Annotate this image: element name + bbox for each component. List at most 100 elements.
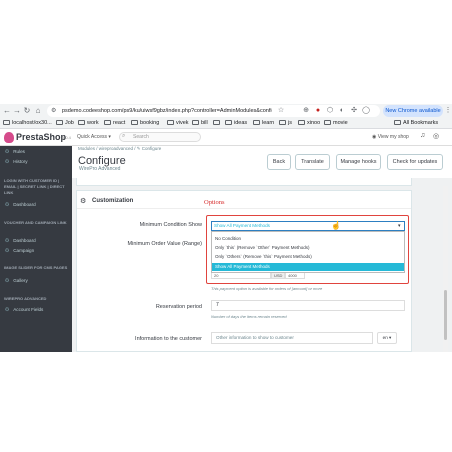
select-value: Show All Payment Methods — [214, 223, 270, 228]
logo-text: PrestaShop — [16, 132, 67, 142]
bookmark-item[interactable]: movie — [324, 118, 348, 129]
extension-icon[interactable]: ◐ — [338, 105, 346, 117]
scrollbar-thumb[interactable] — [444, 290, 447, 340]
search-input[interactable] — [119, 132, 201, 142]
reservation-help-text: Number of days the items remain reserved — [211, 314, 287, 319]
chevron-down-icon: ▾ — [398, 223, 401, 229]
sidebar-item-rules[interactable]: ✪ Rules — [0, 149, 72, 155]
bookmark-item[interactable]: xinoo — [298, 118, 320, 129]
range-from-input[interactable]: 20 — [211, 272, 271, 279]
back-button[interactable]: Back — [267, 154, 291, 170]
annotation-label: Options — [204, 199, 225, 206]
view-shop-link[interactable]: ◉ View my shop — [372, 134, 409, 140]
puzzle-icon[interactable]: ✣ — [350, 105, 358, 117]
notification-bell-icon[interactable]: ♫ — [420, 132, 425, 139]
folder-icon — [3, 120, 10, 125]
min-condition-label: Minimum Condition Show — [139, 222, 202, 228]
folder-icon — [213, 120, 220, 125]
bookmark-item[interactable]: work — [78, 118, 99, 129]
range-to-input[interactable]: 4000 — [285, 272, 305, 279]
translate-button[interactable]: Translate — [295, 154, 330, 170]
sidebar-section-login: LOGIN WITH CUSTOMER ID | EMAIL | SECRET … — [4, 178, 65, 195]
account-fields-icon: ✪ — [5, 307, 10, 313]
language-dropdown[interactable]: en ▾ — [377, 332, 397, 344]
info-label: Information to the customer — [135, 336, 202, 342]
history-icon: ✪ — [5, 159, 10, 165]
account-icon[interactable]: ◎ — [433, 132, 439, 140]
sidebar-item-account-fields[interactable]: ✪ Account Fields — [0, 307, 72, 313]
sidebar-section-wirepro: WIREPRO ADVANCED — [4, 296, 47, 301]
hand-cursor-icon: ☝ — [331, 221, 341, 230]
bookmark-item[interactable]: react — [104, 118, 125, 129]
reservation-input[interactable]: 7 — [211, 300, 405, 311]
sidebar-section-voucher: VOUCHER AND CAMPAIGN LINK — [4, 220, 67, 225]
sidebar-item-dashboard[interactable]: ✪ Dashboard — [0, 238, 72, 244]
bookmark-item[interactable]: learn — [253, 118, 274, 129]
menu-dots-icon[interactable]: ⋮ — [444, 105, 452, 117]
folder-icon — [104, 120, 111, 125]
bookmark-item[interactable]: booking — [131, 118, 159, 129]
search-icon: ⌕ — [122, 133, 126, 139]
zoom-icon[interactable]: ⊕ — [302, 105, 310, 117]
extension-icon[interactable]: ⬡ — [326, 105, 334, 117]
gear-icon: ⚙ — [80, 198, 87, 205]
folder-icon — [324, 120, 331, 125]
profile-icon[interactable]: ◯ — [362, 105, 370, 117]
gallery-icon: ✪ — [5, 278, 10, 284]
dashboard-icon: ✪ — [5, 238, 10, 244]
version-label: 8.0.4 — [62, 135, 71, 140]
reload-icon[interactable]: ↻ — [22, 104, 32, 118]
folder-icon — [131, 120, 138, 125]
folder-icon — [253, 120, 260, 125]
dropdown-option[interactable]: No Condition — [212, 235, 404, 243]
breadcrumb: Modules / wireproadvanced / ✎ Configure — [78, 146, 162, 151]
home-icon[interactable]: ⌂ — [33, 104, 43, 118]
bookmark-item[interactable]: ideas — [225, 118, 247, 129]
screen: ← → ↻ ⌂ ⚙ psdemo.codeeshop.com/ps9/ku/ui… — [0, 0, 452, 452]
bookmark-item[interactable]: js — [279, 118, 292, 129]
range-help-text: This payment option is available for ord… — [211, 286, 323, 291]
previous-panel — [76, 178, 412, 186]
bookmark-item[interactable] — [213, 118, 222, 129]
folder-icon — [298, 120, 305, 125]
all-bookmarks[interactable]: All Bookmarks — [394, 118, 438, 129]
bookmark-item[interactable]: vivek — [167, 118, 189, 129]
url-text: psdemo.codeeshop.com/ps9/ku/uiwsf9gbz/in… — [62, 108, 272, 114]
prestashop-logo-icon — [4, 132, 14, 143]
folder-icon — [192, 120, 199, 125]
site-info-icon[interactable]: ⚙ — [51, 105, 56, 117]
min-order-label: Minimum Order Value (Range) — [127, 241, 202, 247]
back-arrow-icon[interactable]: ← — [2, 104, 12, 118]
panel-divider — [77, 208, 411, 209]
sidebar-item-history[interactable]: ✪ History — [0, 159, 72, 165]
new-chrome-button[interactable]: New Chrome available — [383, 105, 443, 117]
sidebar-item-gallery[interactable]: ✪ Gallery — [0, 278, 72, 284]
sidebar-item-dashboard[interactable]: ✪ Dashboard — [0, 202, 72, 208]
panel-title: Customization — [92, 198, 134, 204]
range-currency: USD — [271, 272, 285, 279]
folder-icon — [394, 120, 401, 125]
sidebar-section-image-slider: IMAGE SLIDER FOR CMS PAGES — [4, 265, 68, 270]
folder-icon — [56, 120, 63, 125]
dropdown-option-selected[interactable]: Show All Payment Methods — [212, 263, 404, 271]
folder-icon — [78, 120, 85, 125]
dropdown-option[interactable]: Only `Others` (Remove `this` Payment Met… — [212, 253, 404, 261]
rules-icon: ✪ — [5, 149, 10, 155]
folder-icon — [167, 120, 174, 125]
campaign-icon: ✪ — [5, 248, 10, 254]
check-updates-button[interactable]: Check for updates — [387, 154, 443, 170]
quick-access-dropdown[interactable]: Quick Access ▾ — [77, 134, 111, 140]
bookmark-item[interactable]: Job — [56, 118, 74, 129]
bookmark-item[interactable]: localhost/ox30... — [3, 118, 52, 129]
bookmark-star-icon[interactable]: ☆ — [277, 105, 285, 117]
info-textarea[interactable]: Other information to show to customer — [211, 332, 373, 344]
manage-hooks-button[interactable]: Manage hooks — [336, 154, 381, 170]
reservation-label: Reservation period — [155, 304, 202, 310]
dropdown-option[interactable]: Only `this` (Remove `Other` Payment Meth… — [212, 244, 404, 252]
folder-icon — [279, 120, 286, 125]
forward-arrow-icon[interactable]: → — [12, 104, 22, 118]
extension-icon[interactable]: ● — [314, 105, 322, 117]
folder-icon — [225, 120, 232, 125]
sidebar-item-campaign[interactable]: ✪ Campaign — [0, 248, 72, 254]
bookmark-item[interactable]: bill — [192, 118, 208, 129]
